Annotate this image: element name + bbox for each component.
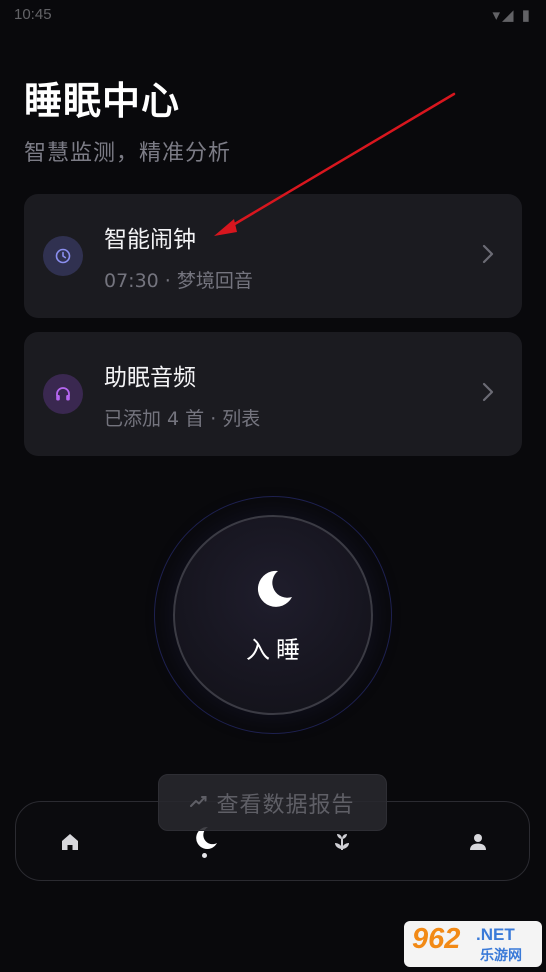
user-icon[interactable] xyxy=(466,830,490,854)
sleep-audio-subtitle: 已添加 4 首 · 列表 xyxy=(104,408,261,430)
smart-alarm-card[interactable]: 智能闹钟 07:30 · 梦境回音 xyxy=(24,194,522,318)
status-time: 10:45 xyxy=(14,6,52,23)
site-watermark-logo: 962 .NET 乐游网 xyxy=(404,921,542,967)
start-sleep-label: 入睡 xyxy=(246,636,306,664)
headphones-icon xyxy=(43,374,83,414)
sprout-icon[interactable] xyxy=(330,830,354,854)
sleep-audio-card[interactable]: 助眠音频 已添加 4 首 · 列表 xyxy=(24,332,522,456)
page-subtitle: 智慧监测，精准分析 xyxy=(24,141,232,166)
status-bar: 10:45 ▾◢ ▮ xyxy=(0,0,546,34)
start-sleep-button[interactable]: 入睡 xyxy=(173,515,373,715)
active-tab-indicator xyxy=(202,853,207,858)
moon-icon xyxy=(252,567,296,615)
smart-alarm-title: 智能闹钟 xyxy=(104,227,196,253)
chevron-right-icon xyxy=(482,382,494,406)
watermark-number: 962 xyxy=(412,923,461,955)
trend-icon xyxy=(190,793,208,812)
smart-alarm-subtitle: 07:30 · 梦境回音 xyxy=(104,270,253,292)
status-indicators: ▾◢ ▮ xyxy=(492,7,532,24)
watermark-domain: .NET xyxy=(476,925,515,944)
view-report-button[interactable]: 查看数据报告 xyxy=(158,774,387,831)
clock-icon xyxy=(43,236,83,276)
home-icon[interactable] xyxy=(58,830,82,854)
watermark-site-name: 乐游网 xyxy=(480,948,522,964)
page-title: 睡眠中心 xyxy=(24,79,181,123)
chevron-right-icon xyxy=(482,244,494,268)
view-report-label: 查看数据报告 xyxy=(216,792,355,818)
sleep-audio-title: 助眠音频 xyxy=(104,365,196,391)
